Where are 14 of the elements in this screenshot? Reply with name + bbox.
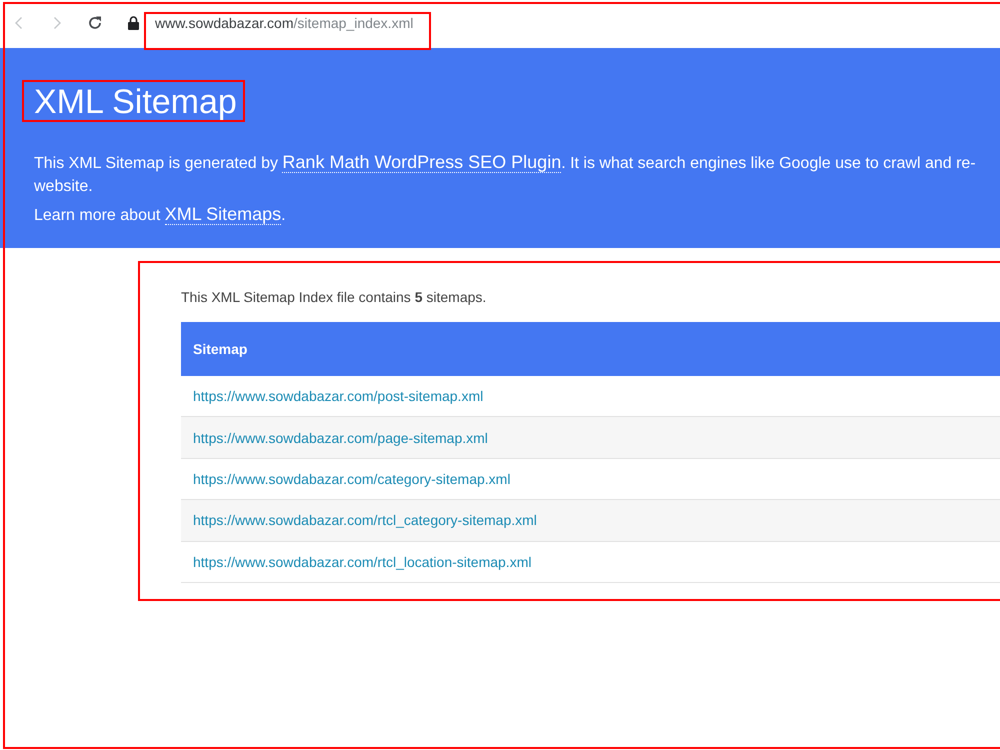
sitemap-link[interactable]: https://www.sowdabazar.com/post-sitemap.xml xyxy=(193,388,484,404)
reload-icon xyxy=(87,15,103,31)
column-header: Sitemap xyxy=(181,322,1000,376)
summary-text: This XML Sitemap Index file contains 5 sitemaps. xyxy=(181,288,486,307)
plugin-link[interactable]: Rank Math WordPress SEO Plugin xyxy=(282,152,562,173)
page-title: XML Sitemap xyxy=(34,82,237,122)
sitemap-link[interactable]: https://www.sowdabazar.com/rtcl_location-sitemap.xml xyxy=(193,554,532,570)
intro-text: This XML Sitemap is generated by Rank Math WordPress SEO Plugin. It is what search engines like Google use to crawl and re- website. xyxy=(34,152,976,197)
sitemap-link[interactable]: https://www.sowdabazar.com/category-sitemap.xml xyxy=(193,470,510,487)
learn-more-text: Learn more about XML Sitemaps. xyxy=(34,204,286,227)
sitemap-link[interactable]: https://www.sowdabazar.com/page-sitemap.xml xyxy=(193,430,488,446)
url-field[interactable]: www.sowdabazar.com/sitemap_index.xml xyxy=(155,15,414,31)
sitemap-link[interactable]: https://www.sowdabazar.com/rtcl_category-sitemap.xml xyxy=(193,512,537,528)
sitemaps-link[interactable]: XML Sitemaps xyxy=(164,204,282,225)
